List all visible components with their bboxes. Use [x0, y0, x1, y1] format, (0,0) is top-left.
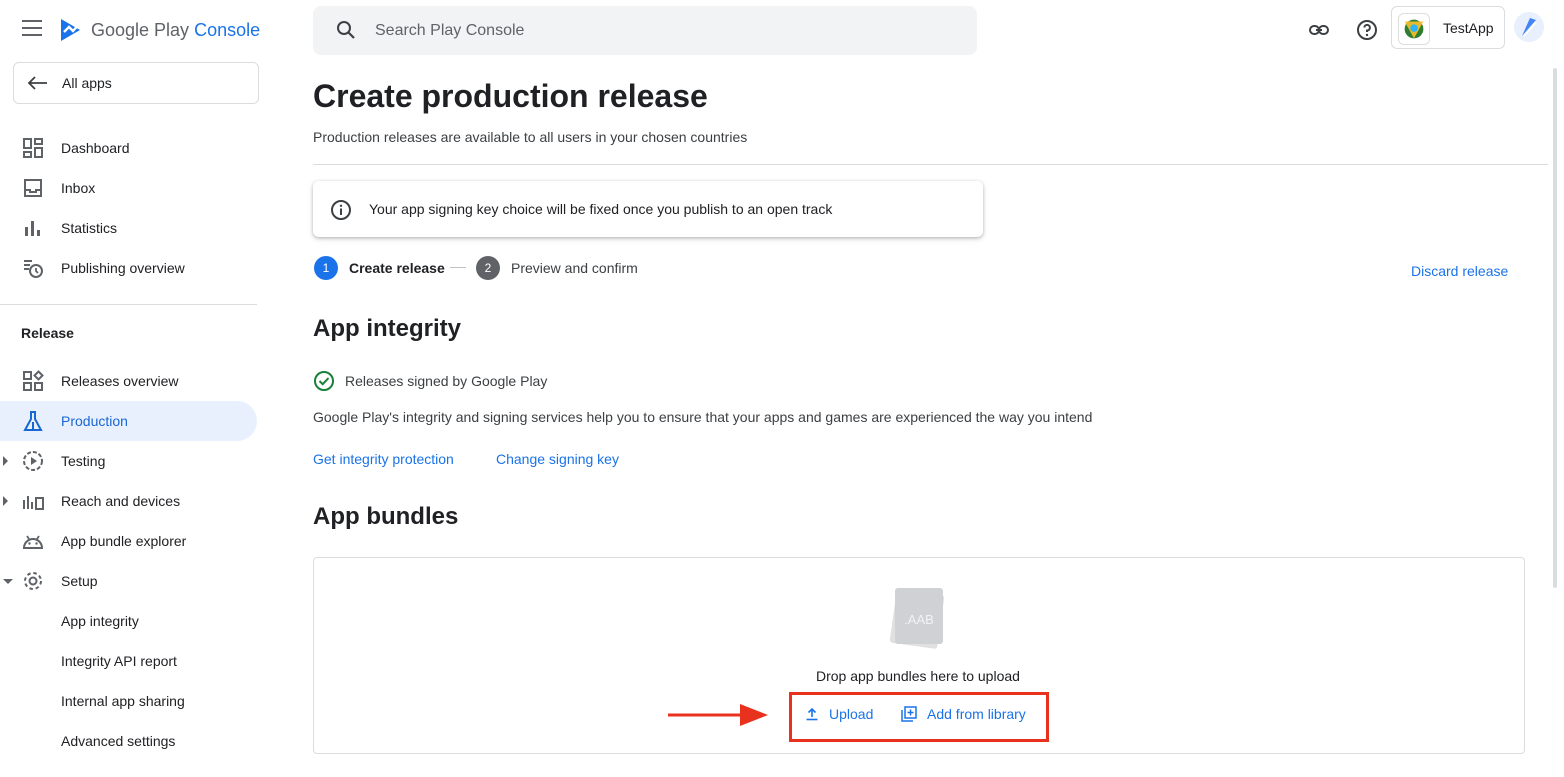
aab-file-icon: .AAB — [889, 588, 945, 649]
releases-overview-icon — [23, 370, 44, 391]
expand-caret-icon[interactable] — [3, 456, 8, 466]
info-icon — [331, 200, 351, 220]
discard-release-link[interactable]: Discard release — [1411, 263, 1508, 279]
section-label-release: Release — [21, 325, 74, 341]
bar-chart-icon — [25, 221, 40, 236]
app-bundles-heading: App bundles — [313, 503, 459, 530]
page-subtitle: Production releases are available to all… — [313, 129, 748, 145]
help-icon[interactable] — [1356, 19, 1378, 41]
sidebar-item-label: App integrity — [61, 613, 139, 629]
all-apps-label: All apps — [62, 75, 112, 91]
page-scrollbar[interactable] — [1553, 68, 1557, 588]
search-icon — [337, 21, 355, 39]
check-circle-icon — [314, 371, 334, 391]
sidebar-item-app-bundle-explorer[interactable]: App bundle explorer — [0, 521, 257, 561]
search-placeholder: Search Play Console — [375, 21, 525, 39]
sidebar-item-publishing-overview[interactable]: Publishing overview — [0, 248, 257, 288]
app-selector[interactable]: TestApp — [1391, 6, 1505, 49]
sidebar-item-internal-app-sharing[interactable]: Internal app sharing — [0, 681, 257, 721]
app-integrity-heading: App integrity — [313, 315, 461, 342]
publishing-clock-icon — [24, 260, 43, 278]
sidebar-item-dashboard[interactable]: Dashboard — [0, 128, 257, 168]
sidebar-item-label: Setup — [61, 573, 98, 589]
info-banner: Your app signing key choice will be fixe… — [313, 181, 983, 237]
sidebar-item-testing[interactable]: Testing — [0, 441, 257, 481]
gear-icon — [24, 572, 42, 590]
inbox-icon — [24, 179, 42, 197]
sidebar-item-releases-overview[interactable]: Releases overview — [0, 361, 257, 401]
sidebar-item-reach-and-devices[interactable]: Reach and devices — [0, 481, 257, 521]
sidebar-item-label: Production — [61, 413, 128, 429]
dashboard-icon — [23, 138, 43, 158]
sidebar-item-label: Reach and devices — [61, 493, 181, 509]
sidebar-item-label: Testing — [61, 453, 106, 469]
sidebar-item-setup[interactable]: Setup — [0, 561, 257, 601]
annotation-arrow-icon — [668, 704, 768, 726]
sidebar-item-production[interactable]: Production — [0, 401, 257, 441]
account-avatar-icon[interactable] — [1514, 12, 1544, 42]
info-text: Your app signing key choice will be fixe… — [369, 201, 833, 217]
sidebar-divider — [0, 304, 257, 305]
sidebar-item-label: App bundle explorer — [61, 533, 187, 549]
aab-label: .AAB — [904, 612, 934, 627]
change-signing-key-link[interactable]: Change signing key — [496, 451, 619, 467]
step-number: 1 — [314, 256, 338, 280]
expand-caret-icon[interactable] — [3, 496, 8, 506]
get-integrity-protection-link[interactable]: Get integrity protection — [313, 451, 454, 467]
app-icon — [1398, 13, 1430, 45]
sidebar: All apps Dashboard Inbox Statistics Publ… — [0, 0, 270, 777]
sidebar-item-label: Inbox — [61, 180, 96, 196]
app-name: TestApp — [1443, 20, 1494, 36]
arrow-left-icon — [27, 76, 47, 90]
sidebar-item-advanced-settings[interactable]: Advanced settings — [0, 721, 257, 761]
step-label: Preview and confirm — [511, 260, 638, 276]
sidebar-item-label: Advanced settings — [61, 733, 176, 749]
sidebar-item-integrity-api-report[interactable]: Integrity API report — [0, 641, 257, 681]
sidebar-item-label: Publishing overview — [61, 260, 185, 276]
drop-text: Drop app bundles here to upload — [816, 668, 1020, 684]
header-divider — [313, 164, 1548, 165]
signed-status: Releases signed by Google Play — [313, 370, 547, 392]
sidebar-item-label: Releases overview — [61, 373, 179, 389]
link-icon[interactable] — [1308, 19, 1330, 41]
add-library-label: Add from library — [927, 706, 1026, 722]
add-from-library-button[interactable]: Add from library — [901, 706, 1026, 722]
production-flask-icon — [23, 411, 43, 431]
sidebar-item-label: Dashboard — [61, 140, 130, 156]
library-add-icon — [901, 706, 917, 722]
upload-button[interactable]: Upload — [805, 706, 873, 722]
sidebar-item-label: Internal app sharing — [61, 693, 185, 709]
search-bar[interactable]: Search Play Console — [313, 6, 977, 55]
sidebar-item-label: Statistics — [61, 220, 118, 236]
signed-text: Releases signed by Google Play — [345, 373, 548, 389]
reach-devices-icon — [23, 496, 44, 510]
step-preview-confirm: 2 Preview and confirm — [476, 256, 638, 280]
upload-label: Upload — [829, 706, 874, 722]
page-title: Create production release — [313, 78, 708, 114]
all-apps-button[interactable]: All apps — [13, 62, 259, 104]
sidebar-item-statistics[interactable]: Statistics — [0, 208, 257, 248]
collapse-caret-icon[interactable] — [3, 579, 13, 584]
sidebar-item-label: Integrity API report — [61, 653, 177, 669]
step-number: 2 — [476, 256, 500, 280]
sidebar-item-app-integrity[interactable]: App integrity — [0, 601, 257, 641]
integrity-description: Google Play's integrity and signing serv… — [313, 409, 1093, 425]
upload-icon — [806, 707, 818, 721]
android-icon — [22, 535, 44, 549]
testing-icon — [23, 451, 43, 471]
step-label: Create release — [349, 260, 445, 276]
step-create-release: 1 Create release — [314, 256, 445, 280]
sidebar-item-inbox[interactable]: Inbox — [0, 168, 257, 208]
step-connector — [450, 267, 466, 268]
